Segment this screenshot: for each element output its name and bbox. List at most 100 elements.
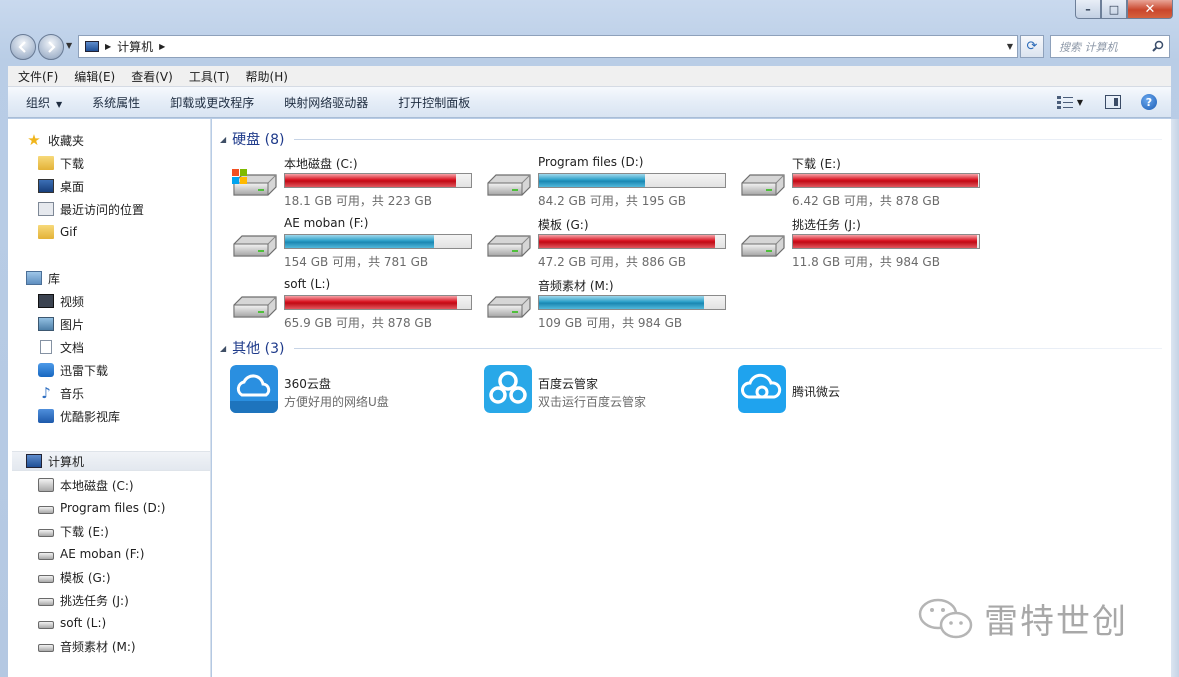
nav-drive-d[interactable]: Program files (D:) bbox=[38, 498, 165, 518]
drive-tile[interactable]: 挑选任务 (J:) 11.8 GB 可用，共 984 GB bbox=[738, 216, 992, 274]
group-header-other[interactable]: ◢ 其他 (3) bbox=[220, 338, 1162, 358]
chevron-down-icon: ▼ bbox=[56, 99, 63, 109]
nav-item-documents[interactable]: 文档 bbox=[38, 337, 84, 357]
wechat-logo-icon bbox=[918, 598, 973, 638]
nav-drive-e[interactable]: 下载 (E:) bbox=[38, 521, 109, 541]
nav-drive-m[interactable]: 音频素材 (M:) bbox=[38, 636, 136, 656]
drive-free-space: 109 GB 可用，共 984 GB bbox=[538, 316, 683, 330]
nav-item-youku[interactable]: 优酷影视库 bbox=[38, 406, 120, 426]
drive-usage-fill bbox=[285, 235, 435, 248]
menu-edit[interactable]: 编辑(E) bbox=[74, 68, 115, 85]
collapse-arrow-icon[interactable]: ◢ bbox=[220, 344, 226, 353]
nav-libraries[interactable]: 库 bbox=[26, 268, 60, 288]
menu-view[interactable]: 查看(V) bbox=[131, 68, 173, 85]
nav-favorites[interactable]: ★ 收藏夹 bbox=[26, 130, 84, 150]
drive-tile[interactable]: soft (L:) 65.9 GB 可用，共 878 GB bbox=[230, 277, 484, 335]
drive-name: 下载 (E:) bbox=[792, 157, 841, 171]
other-item-name: 腾讯微云 bbox=[792, 385, 841, 399]
nav-item-videos[interactable]: 视频 bbox=[38, 291, 84, 311]
refresh-icon: ⟳ bbox=[1026, 39, 1038, 54]
drive-usage-bar bbox=[284, 173, 472, 188]
drive-usage-bar bbox=[284, 234, 472, 249]
drive-tile[interactable]: 模板 (G:) 47.2 GB 可用，共 886 GB bbox=[484, 216, 738, 274]
menu-tools[interactable]: 工具(T) bbox=[189, 68, 230, 85]
explorer-window: – □ ✕ ▼ ▶ 计算机 ▶ ▼ ⟳ 搜索 计算机 文件(F) 编辑(E) 查… bbox=[0, 0, 1179, 677]
menu-help[interactable]: 帮助(H) bbox=[246, 68, 288, 85]
view-options-icon[interactable] bbox=[1056, 95, 1073, 109]
back-button[interactable] bbox=[10, 34, 36, 60]
drive-tile[interactable]: 本地磁盘 (C:) 18.1 GB 可用，共 223 GB bbox=[230, 155, 484, 213]
nav-item-label: 迅雷下载 bbox=[60, 363, 109, 378]
nav-item-label: 优酷影视库 bbox=[60, 409, 121, 424]
search-icon[interactable] bbox=[1152, 40, 1164, 52]
minimize-button[interactable]: – bbox=[1075, 0, 1101, 19]
address-bar[interactable]: ▶ 计算机 ▶ ▼ bbox=[78, 35, 1018, 58]
other-item-360-cloud[interactable]: 360云盘 方便好用的网络U盘 bbox=[230, 365, 484, 417]
drive-name: 本地磁盘 (C:) bbox=[284, 157, 358, 171]
drive-usage-fill bbox=[793, 174, 978, 187]
hard-drive-icon bbox=[38, 644, 54, 652]
nav-item-desktop[interactable]: 桌面 bbox=[38, 176, 84, 196]
open-control-panel-button[interactable]: 打开控制面板 bbox=[398, 94, 470, 111]
breadcrumb-separator-icon[interactable]: ▶ bbox=[105, 42, 111, 51]
nav-computer[interactable]: 计算机 bbox=[12, 451, 210, 471]
preview-pane-icon[interactable] bbox=[1105, 95, 1121, 109]
drive-usage-fill bbox=[285, 174, 456, 187]
xunlei-icon bbox=[38, 363, 54, 377]
search-input[interactable]: 搜索 计算机 bbox=[1050, 35, 1170, 58]
nav-item-gif[interactable]: Gif bbox=[38, 222, 77, 242]
other-item-tencent-weiyun[interactable]: 腾讯微云 bbox=[738, 365, 992, 417]
computer-icon bbox=[85, 41, 99, 52]
breadcrumb-separator-icon[interactable]: ▶ bbox=[159, 42, 165, 51]
watermark-text: 雷特世创 bbox=[984, 602, 1128, 642]
drive-usage-fill bbox=[539, 174, 645, 187]
nav-drive-c[interactable]: 本地磁盘 (C:) bbox=[38, 475, 134, 495]
map-network-drive-button[interactable]: 映射网络驱动器 bbox=[284, 94, 368, 111]
drive-tile[interactable]: AE moban (F:) 154 GB 可用，共 781 GB bbox=[230, 216, 484, 274]
hard-drive-icon bbox=[38, 552, 54, 560]
nav-item-xunlei[interactable]: 迅雷下载 bbox=[38, 360, 108, 380]
collapse-arrow-icon[interactable]: ◢ bbox=[220, 135, 226, 144]
recent-pages-dropdown-icon[interactable]: ▼ bbox=[66, 41, 72, 50]
close-button[interactable]: ✕ bbox=[1127, 0, 1173, 19]
drive-usage-bar bbox=[792, 173, 980, 188]
view-dropdown-icon[interactable]: ▼ bbox=[1077, 98, 1083, 107]
nav-item-label: soft (L:) bbox=[60, 616, 107, 630]
help-button[interactable]: ? bbox=[1141, 94, 1157, 110]
nav-item-downloads[interactable]: 下载 bbox=[38, 153, 84, 173]
nav-favorites-label: 收藏夹 bbox=[48, 133, 85, 148]
nav-item-pictures[interactable]: 图片 bbox=[38, 314, 84, 334]
system-properties-button[interactable]: 系统属性 bbox=[92, 94, 140, 111]
download-folder-icon bbox=[38, 156, 54, 170]
menu-file[interactable]: 文件(F) bbox=[18, 68, 58, 85]
uninstall-program-button[interactable]: 卸载或更改程序 bbox=[170, 94, 254, 111]
nav-item-music[interactable]: ♪ 音乐 bbox=[38, 383, 84, 403]
forward-button[interactable] bbox=[38, 34, 64, 60]
drive-tile[interactable]: 音频素材 (M:) 109 GB 可用，共 984 GB bbox=[484, 277, 738, 335]
nav-drive-l[interactable]: soft (L:) bbox=[38, 613, 106, 633]
nav-drive-j[interactable]: 挑选任务 (J:) bbox=[38, 590, 129, 610]
drive-free-space: 47.2 GB 可用，共 886 GB bbox=[538, 255, 686, 269]
drive-name: 模板 (G:) bbox=[538, 218, 589, 232]
hard-drive-icon bbox=[38, 575, 54, 583]
address-dropdown-icon[interactable]: ▼ bbox=[1007, 42, 1013, 51]
group-header-hard-drives[interactable]: ◢ 硬盘 (8) bbox=[220, 129, 1162, 149]
drive-usage-bar bbox=[538, 173, 726, 188]
breadcrumb-computer[interactable]: 计算机 bbox=[117, 38, 153, 55]
other-item-baidu-cloud[interactable]: 百度云管家 双击运行百度云管家 bbox=[484, 365, 738, 417]
drive-tile[interactable]: Program files (D:) 84.2 GB 可用，共 195 GB bbox=[484, 155, 738, 213]
drive-name: 挑选任务 (J:) bbox=[792, 218, 861, 232]
nav-item-label: 音乐 bbox=[60, 386, 85, 401]
weiyun-cloud-icon bbox=[738, 365, 786, 413]
organize-button[interactable]: 组织 ▼ bbox=[26, 94, 62, 111]
nav-item-recent-places[interactable]: 最近访问的位置 bbox=[38, 199, 144, 219]
refresh-button[interactable]: ⟳ bbox=[1020, 35, 1044, 58]
drive-tile[interactable]: 下载 (E:) 6.42 GB 可用，共 878 GB bbox=[738, 155, 992, 213]
nav-drive-f[interactable]: AE moban (F:) bbox=[38, 544, 144, 564]
nav-drive-g[interactable]: 模板 (G:) bbox=[38, 567, 111, 587]
group-divider bbox=[294, 138, 1162, 140]
group-title: 其他 (3) bbox=[232, 341, 285, 357]
baidu-cloud-icon bbox=[484, 365, 532, 413]
maximize-button[interactable]: □ bbox=[1101, 0, 1127, 19]
drive-free-space: 6.42 GB 可用，共 878 GB bbox=[792, 194, 940, 208]
